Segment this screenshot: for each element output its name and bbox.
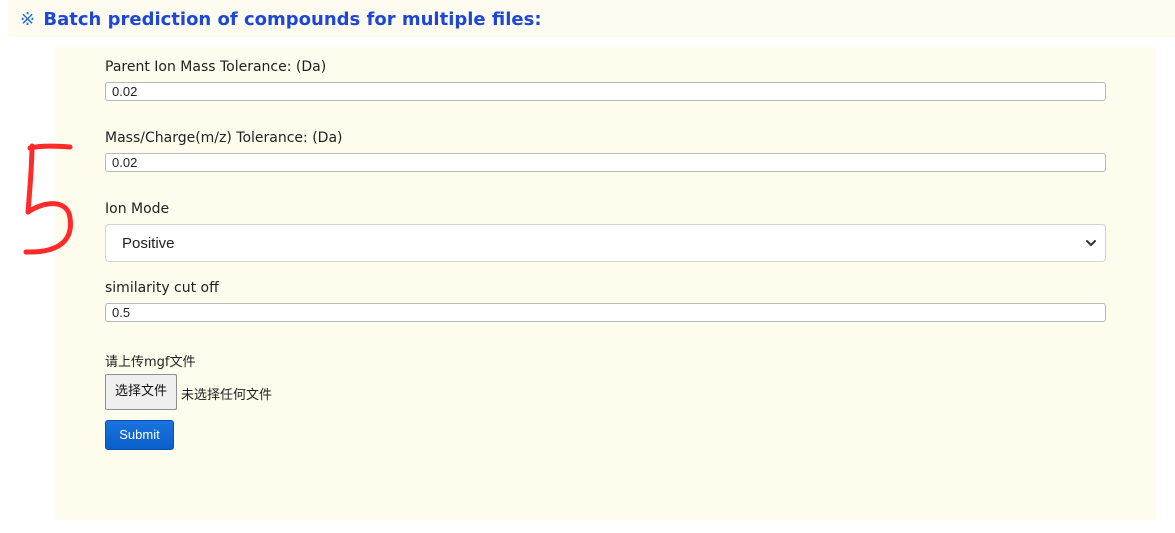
upload-label: 请上传mgf文件 [105,355,196,370]
ion-mode-selected-value: Positive [122,235,175,252]
ion-mode-label: Ion Mode [105,201,170,217]
parent-tolerance-input[interactable]: 0.02 [105,82,1106,101]
form-panel [55,47,1156,520]
ion-mode-select[interactable]: Positive [105,224,1106,262]
section-title: ※ Batch prediction of compounds for mult… [20,9,542,30]
parent-tolerance-label: Parent Ion Mass Tolerance: (Da) [105,59,327,75]
submit-button[interactable]: Submit [105,420,174,450]
section-header: ※ Batch prediction of compounds for mult… [8,0,1175,37]
file-status-text: 未选择任何文件 [181,388,273,403]
choose-file-button[interactable]: 选择文件 [105,374,177,410]
mz-tolerance-label: Mass/Charge(m/z) Tolerance: (Da) [105,130,343,146]
section-title-text: Batch prediction of compounds for multip… [43,9,542,30]
similarity-input[interactable]: 0.5 [105,303,1106,322]
reference-mark: ※ [20,9,36,30]
mz-tolerance-input[interactable]: 0.02 [105,153,1106,172]
chevron-down-icon [1086,240,1096,246]
handwritten-number-annotation [23,143,73,255]
similarity-label: similarity cut off [105,280,219,296]
